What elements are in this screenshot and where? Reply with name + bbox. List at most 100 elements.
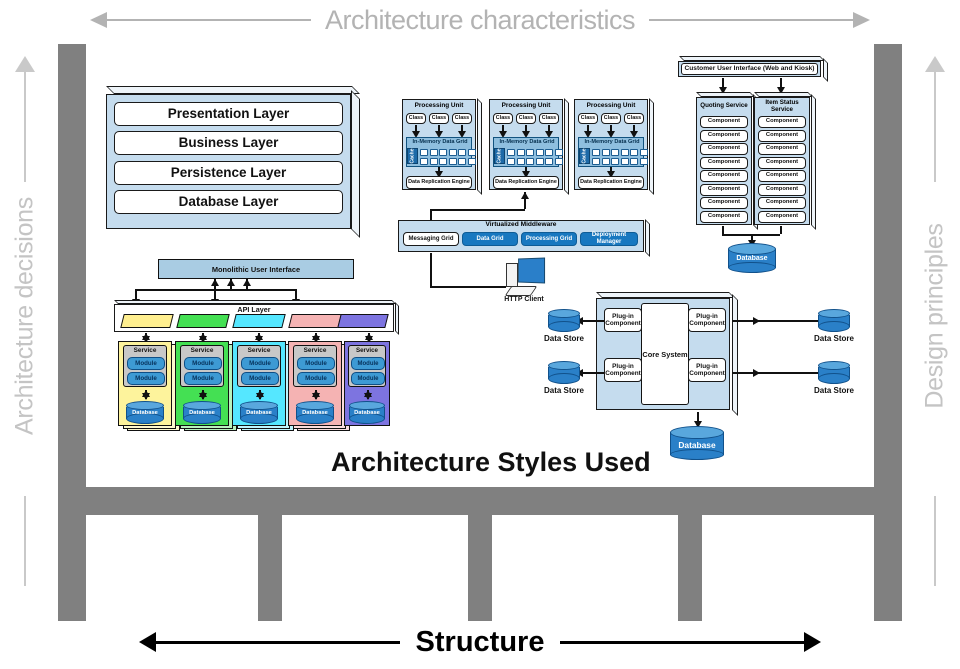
layer-business[interactable]: Business Layer (114, 131, 343, 155)
component[interactable]: Component (700, 156, 748, 169)
pu-class-1[interactable]: Class (406, 113, 426, 124)
component[interactable]: Component (700, 129, 748, 142)
data-store-1[interactable] (548, 309, 580, 332)
component[interactable]: Component (758, 156, 806, 169)
mk-ds-line-4b (754, 372, 818, 374)
svc-database[interactable]: Database (183, 401, 221, 424)
http-client: HTTP Client (500, 257, 548, 306)
plugin-component-3[interactable]: Plug-in Component (688, 308, 726, 332)
data-store-3-label: Data Store (813, 334, 854, 343)
pu-replication-engine[interactable]: Data Replication Engine (406, 176, 472, 189)
pu-side-face (564, 98, 569, 195)
pu-class-2[interactable]: Class (429, 113, 449, 124)
mw-processing-grid[interactable]: Processing Grid (521, 232, 577, 246)
api-endpoint-3[interactable] (232, 314, 286, 328)
microkernel-database[interactable]: Database (670, 426, 724, 460)
svc-module-2[interactable]: Module (184, 372, 222, 385)
layer-presentation[interactable]: Presentation Layer (114, 102, 343, 126)
pu-cache-label: Cache (494, 148, 505, 164)
svc-database[interactable]: Database (349, 401, 385, 424)
pu-class-1[interactable]: Class (493, 113, 513, 124)
component[interactable]: Component (758, 143, 806, 155)
svc-module-1[interactable]: Module (127, 357, 165, 370)
component[interactable]: Component (700, 143, 748, 155)
mk-ds-line-3 (732, 320, 754, 322)
pu-class-3[interactable]: Class (624, 113, 644, 124)
svc-module-1[interactable]: Module (241, 357, 279, 370)
frame-inner-pillar-3 (678, 515, 702, 621)
component[interactable]: Component (700, 197, 748, 209)
plugin-component-2[interactable]: Plug-in Component (604, 358, 642, 382)
svc-database[interactable]: Database (240, 401, 278, 424)
data-store-3[interactable] (818, 309, 850, 332)
pu-class-3[interactable]: Class (539, 113, 559, 124)
cui-label[interactable]: Customer User Interface (Web and Kiosk) (681, 63, 818, 75)
quoting-service-title: Quoting Service (700, 102, 748, 110)
pu-replication-engine[interactable]: Data Replication Engine (578, 176, 644, 189)
frame-inner-pillar-2 (468, 515, 492, 621)
svc-title: Service (133, 347, 157, 354)
pu-class-3[interactable]: Class (452, 113, 472, 124)
layer-database[interactable]: Database Layer (114, 190, 343, 214)
styles-used-title: Architecture Styles Used (331, 447, 651, 477)
microservice-1: Service Module Module Database (118, 341, 180, 431)
core-system[interactable]: Core System (641, 303, 689, 405)
left-axis: Architecture decisions (2, 46, 48, 586)
svc-database[interactable]: Database (296, 401, 334, 424)
pu-replication-engine[interactable]: Data Replication Engine (493, 176, 559, 189)
api-endpoint-1[interactable] (120, 314, 174, 328)
mw-messaging-grid[interactable]: Messaging Grid (403, 232, 459, 246)
pu-side-face (649, 98, 654, 195)
svc-module-1[interactable]: Module (184, 357, 222, 370)
layered-architecture: Presentation Layer Business Layer Persis… (106, 86, 360, 238)
data-store-2[interactable] (548, 361, 580, 384)
component[interactable]: Component (700, 116, 748, 128)
svc-module-2[interactable]: Module (241, 372, 279, 385)
svc-db-arrowhead-down (311, 393, 320, 400)
plugin-component-1[interactable]: Plug-in Component (604, 308, 642, 332)
mw-deployment-manager[interactable]: Deployment Manager (580, 232, 638, 246)
api-endpoint-2[interactable] (176, 314, 230, 328)
component[interactable]: Component (758, 116, 806, 128)
svc-module-2[interactable]: Module (297, 372, 335, 385)
data-store-4-label: Data Store (813, 386, 854, 395)
pu-class-1[interactable]: Class (578, 113, 598, 124)
layer-persistence[interactable]: Persistence Layer (114, 161, 343, 185)
component[interactable]: Component (758, 183, 806, 196)
pu-title: Processing Unit (414, 101, 464, 109)
data-store-4[interactable] (818, 361, 850, 384)
component[interactable]: Component (758, 210, 806, 223)
svc-module-1[interactable]: Module (351, 357, 385, 370)
pu-cache-label: Cache (407, 148, 418, 164)
component[interactable]: Component (758, 170, 806, 182)
component[interactable]: Component (758, 197, 806, 209)
api-endpoint-5[interactable] (337, 314, 389, 328)
pu-grid-label: In-Memory Data Grid (412, 139, 468, 146)
pu-class-2[interactable]: Class (601, 113, 621, 124)
svc-module-1[interactable]: Module (297, 357, 335, 370)
frame-beam (58, 487, 902, 515)
monolithic-user-interface[interactable]: Monolithic User Interface (158, 259, 354, 279)
bottom-axis: Structure (0, 619, 960, 665)
pu-title: Processing Unit (501, 101, 551, 109)
component[interactable]: Component (700, 210, 748, 223)
svc-db-arrowhead-down (198, 393, 207, 400)
mw-data-grid[interactable]: Data Grid (462, 232, 518, 246)
component[interactable]: Component (700, 170, 748, 182)
svc-title: Service (190, 347, 214, 354)
component[interactable]: Component (758, 129, 806, 142)
plugin-component-4[interactable]: Plug-in Component (688, 358, 726, 382)
processing-unit-1: Processing Unit Class Class Class In-Mem… (402, 96, 482, 195)
svc-database[interactable]: Database (126, 401, 164, 424)
svc-module-2[interactable]: Module (351, 372, 385, 385)
svc-module-2[interactable]: Module (127, 372, 165, 385)
api-endpoint-4[interactable] (288, 314, 342, 328)
mk-ds-line-4 (732, 372, 754, 374)
ms-ui-arrowhead-up-1 (210, 279, 219, 286)
microservice-5: Service Module Module Database (344, 341, 402, 431)
service-based-database[interactable]: Database (728, 243, 776, 273)
sb-db-line-2 (780, 226, 782, 234)
component[interactable]: Component (700, 183, 748, 196)
pu-class-2[interactable]: Class (516, 113, 536, 124)
svc-title: Service (247, 347, 271, 354)
